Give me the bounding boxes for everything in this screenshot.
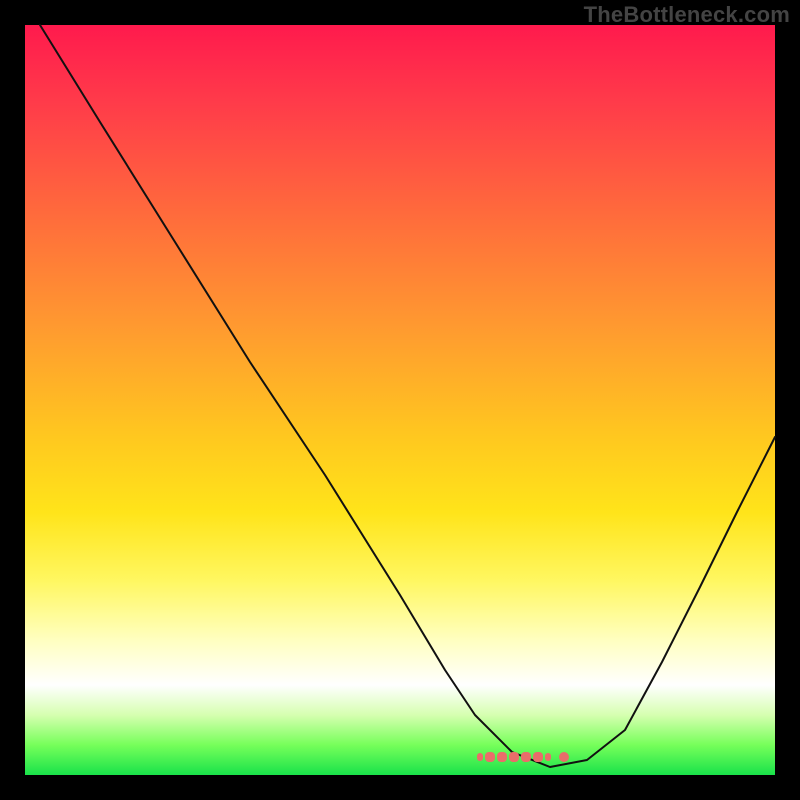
bottleneck-curve [25, 25, 775, 775]
marker-segment [521, 752, 531, 762]
marker-segment [509, 752, 519, 762]
curve-path [40, 25, 775, 767]
marker-segment [485, 752, 495, 762]
marker-segment [497, 752, 507, 762]
chart-frame: TheBottleneck.com [0, 0, 800, 800]
optimal-marker [477, 749, 587, 765]
marker-segment [545, 753, 551, 761]
marker-segment [477, 753, 483, 761]
marker-end-dot [559, 752, 569, 762]
plot-area [25, 25, 775, 775]
marker-segment [533, 752, 543, 762]
